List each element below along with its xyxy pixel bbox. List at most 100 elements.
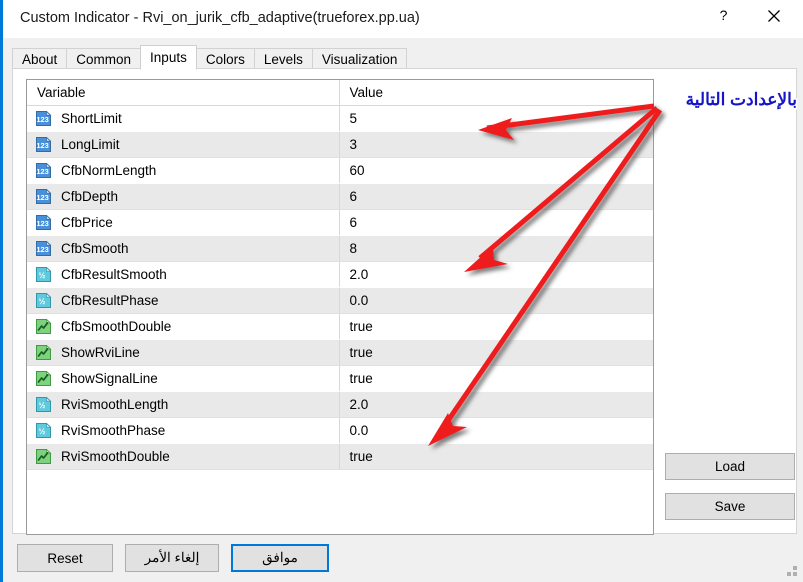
boolean-icon xyxy=(36,370,52,386)
integer-icon: 123 xyxy=(36,162,52,178)
variable-cell[interactable]: 123 ShortLimit xyxy=(27,105,340,132)
variable-name: CfbNormLength xyxy=(61,163,157,178)
value-cell[interactable]: true xyxy=(339,313,653,340)
table-row[interactable]: 123 CfbDepth 6 xyxy=(27,183,653,210)
tab-about[interactable]: About xyxy=(12,48,68,69)
variable-name: ShowSignalLine xyxy=(61,371,158,386)
reset-button[interactable]: Reset xyxy=(17,544,113,572)
boolean-icon xyxy=(36,344,52,360)
save-button[interactable]: Save xyxy=(665,493,795,520)
column-header-value[interactable]: Value xyxy=(339,80,653,106)
variable-name: RviSmoothDouble xyxy=(61,449,170,464)
variable-name: CfbResultSmooth xyxy=(61,267,167,282)
title-bar: Custom Indicator - Rvi_on_jurik_cfb_adap… xyxy=(3,0,803,38)
value-cell[interactable]: 5 xyxy=(339,105,653,132)
value-cell[interactable]: 2.0 xyxy=(339,391,653,418)
value-cell[interactable]: 8 xyxy=(339,235,653,262)
table-row[interactable]: ShowRviLine true xyxy=(27,339,653,366)
double-icon: ½ xyxy=(36,422,52,438)
double-icon: ½ xyxy=(36,396,52,412)
variable-cell[interactable]: RviSmoothDouble xyxy=(27,443,340,470)
variable-name: RviSmoothLength xyxy=(61,397,169,412)
value-cell[interactable]: 0.0 xyxy=(339,417,653,444)
variable-cell[interactable]: ½ RviSmoothPhase xyxy=(27,417,340,444)
value-cell[interactable]: 3 xyxy=(339,131,653,158)
variable-cell[interactable]: CfbSmoothDouble xyxy=(27,313,340,340)
integer-icon: 123 xyxy=(36,214,52,230)
integer-icon: 123 xyxy=(35,110,52,127)
tab-colors[interactable]: Colors xyxy=(195,48,255,69)
value-cell[interactable]: true xyxy=(339,365,653,392)
table-row[interactable]: ½ RviSmoothLength 2.0 xyxy=(27,391,653,418)
boolean-icon xyxy=(35,344,52,361)
svg-text:?: ? xyxy=(720,8,728,23)
load-button[interactable]: Load xyxy=(665,453,795,480)
variable-name: LongLimit xyxy=(61,137,120,152)
table-row[interactable]: 123 ShortLimit 5 xyxy=(27,105,653,132)
table-row[interactable]: 123 CfbPrice 6 xyxy=(27,209,653,236)
variable-cell[interactable]: 123 CfbSmooth xyxy=(27,235,340,262)
table-row[interactable]: ½ CfbResultPhase 0.0 xyxy=(27,287,653,314)
integer-icon: 123 xyxy=(35,214,52,231)
table-row[interactable]: ShowSignalLine true xyxy=(27,365,653,392)
variable-cell[interactable]: 123 CfbPrice xyxy=(27,209,340,236)
parameters-table-container[interactable]: Variable Value 123 ShortLimit 5 123 LongLimi… xyxy=(26,79,654,535)
question-mark-icon: ? xyxy=(720,8,728,23)
variable-cell[interactable]: ½ CfbResultSmooth xyxy=(27,261,340,288)
close-button[interactable] xyxy=(751,0,796,31)
variable-name: CfbSmooth xyxy=(61,241,129,256)
integer-icon: 123 xyxy=(35,240,52,257)
integer-icon: 123 xyxy=(36,136,52,152)
svg-text:123: 123 xyxy=(36,141,49,150)
integer-icon: 123 xyxy=(35,162,52,179)
svg-text:½: ½ xyxy=(39,427,46,436)
double-icon: ½ xyxy=(35,422,52,439)
tab-levels[interactable]: Levels xyxy=(253,48,313,69)
table-row[interactable]: 123 CfbNormLength 60 xyxy=(27,157,653,184)
custom-indicator-dialog: Custom Indicator - Rvi_on_jurik_cfb_adap… xyxy=(0,0,803,582)
value-cell[interactable]: 6 xyxy=(339,183,653,210)
variable-cell[interactable]: 123 CfbDepth xyxy=(27,183,340,210)
variable-cell[interactable]: 123 LongLimit xyxy=(27,131,340,158)
table-row[interactable]: RviSmoothDouble true xyxy=(27,443,653,470)
inputs-tab-panel: Variable Value 123 ShortLimit 5 123 LongLimi… xyxy=(12,68,797,535)
parameters-table: Variable Value 123 ShortLimit 5 123 LongLimi… xyxy=(27,80,653,470)
integer-icon: 123 xyxy=(36,188,52,204)
variable-name: CfbSmoothDouble xyxy=(61,319,172,334)
value-cell[interactable]: 6 xyxy=(339,209,653,236)
value-cell[interactable]: 2.0 xyxy=(339,261,653,288)
table-row[interactable]: CfbSmoothDouble true xyxy=(27,313,653,340)
table-row[interactable]: 123 LongLimit 3 xyxy=(27,131,653,158)
table-row[interactable]: ½ RviSmoothPhase 0.0 xyxy=(27,417,653,444)
tab-common[interactable]: Common xyxy=(66,48,142,69)
variable-name: CfbPrice xyxy=(61,215,113,230)
svg-text:123: 123 xyxy=(36,115,49,124)
svg-text:123: 123 xyxy=(36,167,49,176)
variable-cell[interactable]: 123 CfbNormLength xyxy=(27,157,340,184)
tab-visualization[interactable]: Visualization xyxy=(311,48,408,69)
svg-text:123: 123 xyxy=(36,219,49,228)
ok-button[interactable]: موافق xyxy=(231,544,329,572)
svg-text:½: ½ xyxy=(39,297,46,306)
svg-text:123: 123 xyxy=(36,245,49,254)
boolean-icon xyxy=(36,448,52,464)
tab-inputs[interactable]: Inputs xyxy=(140,45,197,70)
table-row[interactable]: 123 CfbSmooth 8 xyxy=(27,235,653,262)
column-header-variable[interactable]: Variable xyxy=(27,80,340,106)
help-button[interactable]: ? xyxy=(701,0,746,31)
double-icon: ½ xyxy=(35,396,52,413)
value-cell[interactable]: true xyxy=(339,443,653,470)
cancel-button[interactable]: إلغاء الأمر xyxy=(125,544,219,572)
value-cell[interactable]: true xyxy=(339,339,653,366)
variable-cell[interactable]: ShowSignalLine xyxy=(27,365,340,392)
table-row[interactable]: ½ CfbResultSmooth 2.0 xyxy=(27,261,653,288)
value-cell[interactable]: 0.0 xyxy=(339,287,653,314)
double-icon: ½ xyxy=(36,266,52,282)
variable-cell[interactable]: ½ RviSmoothLength xyxy=(27,391,340,418)
variable-cell[interactable]: ½ CfbResultPhase xyxy=(27,287,340,314)
resize-grip-icon xyxy=(787,566,797,576)
variable-name: RviSmoothPhase xyxy=(61,423,166,438)
value-cell[interactable]: 60 xyxy=(339,157,653,184)
boolean-icon xyxy=(35,448,52,465)
variable-cell[interactable]: ShowRviLine xyxy=(27,339,340,366)
